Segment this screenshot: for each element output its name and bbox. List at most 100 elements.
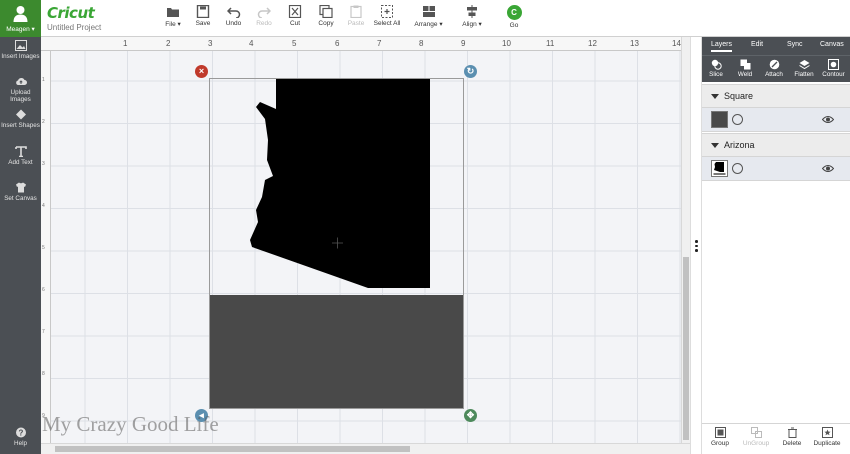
eye-icon[interactable] <box>822 115 834 124</box>
copy-button[interactable]: Copy <box>316 5 336 33</box>
slice-button[interactable]: Slice <box>708 59 724 78</box>
ruler-label: 6 <box>42 287 45 293</box>
project-title[interactable]: Untitled Project <box>47 23 101 32</box>
contour-button[interactable]: Contour <box>821 59 846 78</box>
slice-icon <box>711 59 722 70</box>
top-toolbar: Meagen ▾ Cricut Untitled Project File ▾ … <box>0 0 850 37</box>
arizona-thumbnail-icon <box>713 162 726 175</box>
shirt-icon <box>15 182 26 193</box>
weld-button[interactable]: Weld <box>736 59 754 78</box>
add-text-button[interactable]: Add Text <box>0 146 41 166</box>
resize-handle-icon[interactable]: ✥ <box>464 409 477 422</box>
undo-button[interactable]: Undo <box>223 5 244 33</box>
more-icon[interactable] <box>695 240 698 254</box>
chevron-down-icon[interactable] <box>711 143 719 148</box>
shapes-icon <box>15 109 26 120</box>
cricut-logo: Cricut <box>47 4 95 22</box>
delete-handle-icon[interactable]: × <box>195 65 208 78</box>
ruler-label: 2 <box>166 39 171 48</box>
vertical-ruler: 1 2 3 4 5 6 7 8 9 <box>41 51 51 443</box>
ruler-label: 6 <box>335 39 340 48</box>
user-menu-button[interactable]: Meagen ▾ <box>0 0 41 37</box>
ruler-label: 7 <box>377 39 382 48</box>
ruler-label: 12 <box>588 39 597 48</box>
layer-row-arizona[interactable] <box>702 157 850 181</box>
set-canvas-button[interactable]: Set Canvas <box>0 182 41 202</box>
flatten-icon <box>798 60 810 70</box>
ruler-label: 7 <box>42 329 45 335</box>
go-button[interactable]: C Go <box>505 5 523 33</box>
redo-button[interactable]: Redo <box>254 5 274 33</box>
ruler-label: 1 <box>42 77 45 83</box>
paste-button[interactable]: Paste <box>346 5 366 33</box>
horizontal-ruler: 1 2 3 4 5 6 7 8 9 10 11 12 13 14 15 <box>41 37 681 51</box>
undo-icon <box>226 7 240 18</box>
panel-tabs: Layers Edit Sync Canvas <box>702 37 850 55</box>
cut-button[interactable]: Cut <box>286 5 304 33</box>
square-shape <box>210 295 463 408</box>
cut-operation-icon[interactable] <box>732 163 743 174</box>
ungroup-button[interactable]: UnGroup <box>742 427 770 447</box>
upload-images-button[interactable]: Upload Images <box>0 76 41 103</box>
redo-icon <box>257 7 271 18</box>
flatten-button[interactable]: Flatten <box>793 59 815 78</box>
group-icon <box>714 427 726 438</box>
tab-layers[interactable]: Layers <box>711 41 733 52</box>
cut-operation-icon[interactable] <box>732 114 743 125</box>
align-menu-button[interactable]: Align ▾ <box>459 5 485 33</box>
arrange-icon <box>422 6 435 17</box>
cricut-go-icon: C <box>506 5 522 20</box>
cricut-design-space: Meagen ▾ Cricut Untitled Project File ▾ … <box>0 0 850 454</box>
ruler-label: 14 <box>672 39 681 48</box>
align-icon <box>467 5 477 18</box>
chevron-down-icon[interactable] <box>711 94 719 99</box>
select-all-button[interactable]: Select All <box>372 5 402 33</box>
layer-group-square[interactable]: Square <box>702 84 850 108</box>
tab-canvas[interactable]: Canvas <box>820 41 844 48</box>
ungroup-icon <box>750 427 762 438</box>
folder-icon <box>167 8 179 17</box>
layer-row-square[interactable] <box>702 108 850 132</box>
group-button[interactable]: Group <box>710 427 730 447</box>
delete-button[interactable]: Delete <box>781 427 803 447</box>
cloud-upload-icon <box>15 78 27 85</box>
file-menu-button[interactable]: File ▾ <box>162 5 184 33</box>
ruler-label: 8 <box>419 39 424 48</box>
paste-icon <box>350 5 362 18</box>
selected-artwork-group[interactable] <box>209 78 464 409</box>
ruler-label: 11 <box>546 39 555 48</box>
layers-panel: Layers Edit Sync Canvas Slice Weld Attac… <box>702 37 850 454</box>
eye-icon[interactable] <box>822 164 834 173</box>
ruler-label: 2 <box>42 119 45 125</box>
left-sidebar: Insert Images Upload Images Insert Shape… <box>0 37 41 454</box>
trash-icon <box>787 427 797 438</box>
attach-button[interactable]: Attach <box>764 59 784 78</box>
ruler-label: 10 <box>502 39 511 48</box>
vertical-scroll-thumb[interactable] <box>683 257 689 440</box>
vertical-scrollbar[interactable] <box>681 37 690 443</box>
layer-group-arizona[interactable]: Arizona <box>702 133 850 157</box>
layer-thumbnail <box>711 111 728 128</box>
insert-images-button[interactable]: Insert Images <box>0 40 41 60</box>
tab-edit[interactable]: Edit <box>751 41 763 48</box>
insert-shapes-button[interactable]: Insert Shapes <box>0 109 41 129</box>
image-icon <box>14 40 27 51</box>
tab-sync[interactable]: Sync <box>787 41 803 48</box>
select-all-icon <box>381 5 393 18</box>
artwork-svg <box>210 79 463 408</box>
save-icon <box>196 5 210 18</box>
user-avatar-icon <box>13 6 28 22</box>
rotate-handle-icon[interactable]: ↻ <box>464 65 477 78</box>
help-button[interactable]: ? Help <box>0 427 41 447</box>
horizontal-scrollbar[interactable] <box>41 443 690 454</box>
arrange-menu-button[interactable]: Arrange ▾ <box>412 5 445 33</box>
ruler-label: 5 <box>292 39 297 48</box>
duplicate-icon <box>821 427 833 438</box>
watermark: My Crazy Good Life <box>42 412 219 436</box>
horizontal-scroll-thumb[interactable] <box>55 446 410 452</box>
weld-icon <box>740 59 750 70</box>
save-button[interactable]: Save <box>193 5 213 33</box>
duplicate-button[interactable]: Duplicate <box>812 427 842 447</box>
ruler-label: 8 <box>42 371 45 377</box>
ruler-label: 3 <box>42 161 45 167</box>
